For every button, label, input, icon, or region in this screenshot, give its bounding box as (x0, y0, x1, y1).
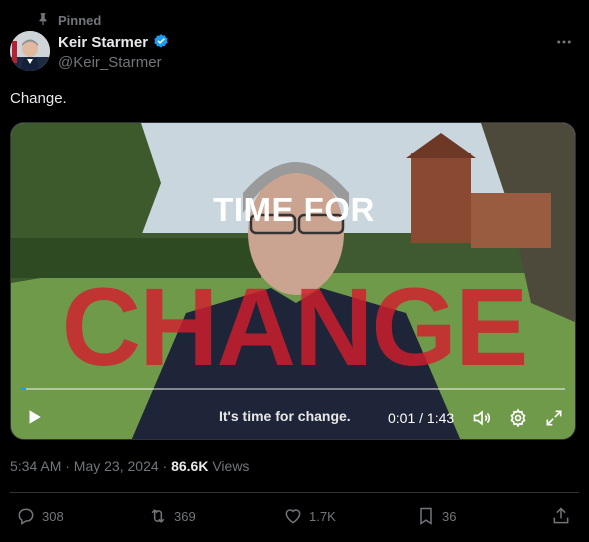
avatar[interactable] (10, 31, 50, 71)
play-icon[interactable] (25, 408, 43, 426)
verified-badge-icon[interactable] (152, 33, 170, 51)
tweet-timestamp[interactable]: 5:34 AM · May 23, 2024 · (10, 458, 171, 474)
video-overlay-word: CHANGE (61, 266, 529, 389)
volume-icon[interactable] (472, 408, 492, 428)
tweet-meta: 5:34 AM · May 23, 2024 · 86.6K Views (10, 458, 249, 474)
bookmark-icon (416, 506, 436, 526)
tweet-text: Change. (10, 90, 67, 107)
video-time-display: 0:01 / 1:43 (388, 410, 455, 426)
more-icon[interactable] (553, 32, 575, 52)
settings-gear-icon[interactable] (508, 408, 528, 428)
views-count: 86.6K (171, 458, 209, 474)
bookmark-count: 36 (442, 508, 457, 524)
like-button[interactable]: 1.7K (283, 506, 336, 526)
share-icon (551, 506, 571, 526)
repost-button[interactable]: 369 (148, 506, 196, 526)
author-name[interactable]: Keir Starmer (58, 34, 148, 51)
video-player[interactable]: TIME FOR CHANGE It's time for change. 0:… (10, 122, 576, 440)
pinned-indicator: Pinned (36, 12, 101, 29)
views-label: Views (208, 458, 250, 474)
reply-button[interactable]: 308 (16, 506, 64, 526)
repost-count: 369 (174, 508, 196, 524)
pinned-label: Pinned (58, 13, 102, 28)
video-progress-fill (21, 388, 27, 390)
reply-icon (16, 506, 36, 526)
like-count: 1.7K (309, 508, 336, 524)
pin-icon (36, 12, 50, 29)
author-handle[interactable]: @Keir_Starmer (58, 54, 162, 71)
bookmark-button[interactable]: 36 (416, 506, 456, 526)
video-overlay-title: TIME FOR (213, 191, 375, 228)
video-progress-bar[interactable] (21, 388, 565, 390)
reply-count: 308 (42, 508, 64, 524)
author-name-row[interactable]: Keir Starmer (58, 33, 170, 51)
fullscreen-icon[interactable] (544, 408, 564, 428)
video-caption: It's time for change. (219, 408, 351, 424)
share-button[interactable] (551, 506, 571, 526)
like-icon (283, 506, 303, 526)
divider (10, 492, 579, 493)
repost-icon (148, 506, 168, 526)
